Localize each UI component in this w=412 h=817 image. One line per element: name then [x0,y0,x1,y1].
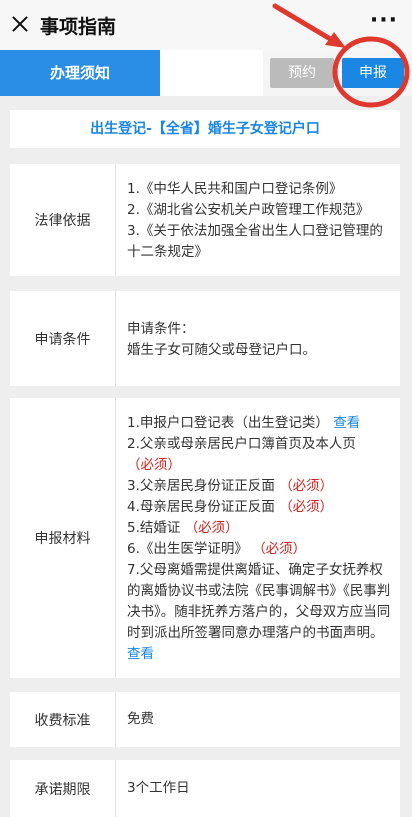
deadline-row: 承诺期限 3个工作日 [10,760,400,817]
close-icon[interactable] [8,12,32,36]
materials-content: 1.申报户口登记表（出生登记类） 查看 2.父亲或母亲居民户口簿首页及本人页 （… [116,398,400,678]
view-link[interactable]: 查看 [127,646,154,662]
conditions-label: 申请条件 [10,291,116,386]
tab-bar: 办理须知 预约 申报 [0,50,412,96]
list-item: 3.《关于依法加强全省出生人口登记管理的十二条规定》 [127,223,383,260]
more-menu-icon[interactable]: ··· [370,8,398,33]
view-link[interactable]: 查看 [333,415,360,431]
material-text: 3.父亲居民身份证正反面 [127,478,275,494]
required-tag: （必须） [279,478,334,494]
deadline-label: 承诺期限 [10,760,116,817]
materials-row: 申报材料 1.申报户口登记表（出生登记类） 查看 2.父亲或母亲居民户口簿首页及… [10,398,400,678]
service-title: 出生登记-【全省】婚生子女登记户口 [10,110,400,148]
legal-basis-row: 法律依据 1.《中华人民共和国户口登记条例》 2.《湖北省公安机关户政管理工作规… [10,164,400,276]
material-text: 4.母亲居民身份证正反面 [127,499,275,515]
material-text: 6.《出生医学证明》 [127,541,248,557]
fee-value: 免费 [127,711,154,727]
required-tag: （必须） [127,457,181,473]
conditions-content: 申请条件： 婚生子女可随父或母登记户口。 [116,291,400,386]
material-text: 7.父母离婚需提供离婚证、确定子女抚养权的离婚协议书或法院《民事调解书》《民事判… [127,562,391,641]
list-item: 4.母亲居民身份证正反面 （必须） [127,497,392,518]
material-text: 1.申报户口登记表（出生登记类） [127,415,329,431]
required-tag: （必须） [279,499,334,515]
list-item: 3.父亲居民身份证正反面 （必须） [127,476,392,497]
conditions-line: 婚生子女可随父或母登记户口。 [127,341,316,358]
list-item: 1.申报户口登记表（出生登记类） 查看 [127,413,392,434]
list-item: 7.父母离婚需提供离婚证、确定子女抚养权的离婚协议书或法院《民事调解书》《民事判… [127,560,392,665]
materials-label: 申报材料 [10,398,116,678]
list-item: 1.《中华人民共和国户口登记条例》 [127,181,343,197]
list-item: 2.父亲或母亲居民户口簿首页及本人页 （必须） [127,434,392,476]
legal-basis-label: 法律依据 [10,164,116,276]
required-tag: （必须） [184,520,239,536]
tab-instructions[interactable]: 办理须知 [0,50,160,96]
conditions-line: 申请条件： [127,320,195,337]
required-tag: （必须） [252,541,307,557]
deadline-value: 3个工作日 [127,780,190,796]
list-item: 5.结婚证 （必须） [127,518,392,539]
list-item: 2.《湖北省公安机关户政管理工作规范》 [127,202,370,218]
top-bar: 事项指南 ··· [0,0,412,50]
legal-basis-content: 1.《中华人民共和国户口登记条例》 2.《湖北省公安机关户政管理工作规范》 3.… [116,164,400,276]
material-text: 5.结婚证 [127,520,181,536]
fee-row: 收费标准 免费 [10,692,400,747]
list-item: 6.《出生医学证明》 （必须） [127,539,392,560]
appointment-button[interactable]: 预约 [270,58,334,88]
page-title: 事项指南 [40,16,117,38]
apply-button[interactable]: 申报 [342,58,404,88]
fee-label: 收费标准 [10,692,116,747]
tab-blank [160,50,263,96]
conditions-row: 申请条件 申请条件： 婚生子女可随父或母登记户口。 [10,291,400,386]
material-text: 2.父亲或母亲居民户口簿首页及本人页 [127,436,356,452]
